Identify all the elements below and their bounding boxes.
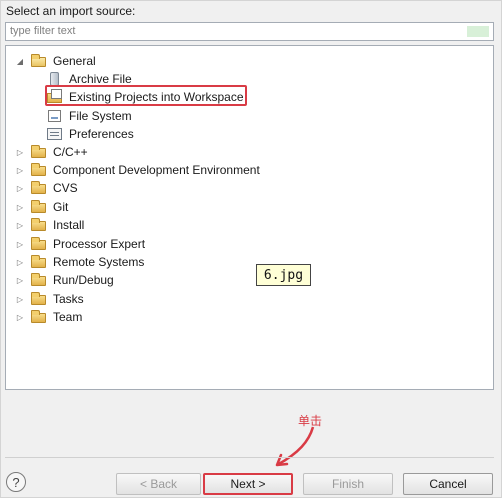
folder-icon	[31, 273, 47, 287]
back-button[interactable]: < Back	[116, 473, 201, 495]
collapsed-triangle-icon[interactable]: ▷	[15, 183, 25, 193]
tree-item-label: General	[53, 54, 96, 68]
tree-item-label: Install	[53, 218, 85, 232]
tree-item-label: Remote Systems	[53, 255, 145, 269]
collapsed-triangle-icon[interactable]: ▷	[15, 239, 25, 249]
help-icon: ?	[12, 474, 20, 490]
tree-item-c-cpp[interactable]: ▷ C/C++	[15, 143, 88, 161]
image-label-annotation: 6.jpg	[256, 264, 311, 286]
tree-item-label: Git	[53, 200, 69, 214]
tree-item-team[interactable]: ▷ Team	[15, 308, 82, 326]
dialog-heading: Select an import source:	[6, 4, 136, 18]
cancel-button-label: Cancel	[429, 477, 467, 491]
back-button-label: < Back	[139, 477, 178, 491]
folder-icon	[31, 218, 47, 232]
collapsed-triangle-icon[interactable]: ▷	[15, 147, 25, 157]
collapsed-triangle-icon[interactable]: ▷	[15, 220, 25, 230]
collapsed-triangle-icon[interactable]: ▷	[15, 257, 25, 267]
tree-item-label: Preferences	[69, 127, 134, 141]
import-dialog: Select an import source: type filter tex…	[0, 0, 502, 498]
tree-item-run-debug[interactable]: ▷ Run/Debug	[15, 271, 114, 289]
finish-button[interactable]: Finish	[303, 473, 393, 495]
folder-icon	[31, 255, 47, 269]
tree-item-label: C/C++	[53, 145, 88, 159]
tree-item-component-development-environment[interactable]: ▷ Component Development Environment	[15, 161, 260, 179]
folder-icon	[31, 237, 47, 251]
tree-item-label: File System	[69, 109, 132, 123]
tree-item-label: Archive File	[69, 72, 132, 86]
filter-placeholder: type filter text	[10, 25, 76, 37]
button-bar-separator	[5, 457, 494, 458]
tree-item-label: CVS	[53, 181, 78, 195]
tree-item-label: Run/Debug	[53, 273, 114, 287]
collapsed-triangle-icon[interactable]: ▷	[15, 165, 25, 175]
archive-file-icon	[47, 72, 63, 86]
tree-item-file-system[interactable]: File System	[47, 107, 132, 125]
tree-item-remote-systems[interactable]: ▷ Remote Systems	[15, 253, 144, 271]
collapsed-triangle-icon[interactable]: ▷	[15, 275, 25, 285]
tree-item-preferences[interactable]: Preferences	[47, 125, 134, 143]
filter-input[interactable]: type filter text	[5, 22, 494, 41]
preferences-icon	[47, 127, 63, 141]
finish-button-label: Finish	[331, 477, 364, 491]
next-button[interactable]: Next >	[203, 473, 293, 495]
tree-item-tasks[interactable]: ▷ Tasks	[15, 290, 84, 308]
tree-item-general[interactable]: ◢ General	[15, 52, 96, 70]
tree-item-label: Tasks	[53, 292, 84, 306]
filter-clear-indicator	[467, 26, 489, 37]
folder-icon	[31, 310, 47, 324]
collapsed-triangle-icon[interactable]: ▷	[15, 312, 25, 322]
expanded-triangle-icon[interactable]: ◢	[15, 56, 25, 66]
tree-item-label: Team	[53, 310, 83, 324]
selection-highlight-box	[45, 85, 247, 106]
cancel-button[interactable]: Cancel	[403, 473, 493, 495]
folder-icon	[31, 181, 47, 195]
folder-icon	[31, 292, 47, 306]
folder-icon	[31, 163, 47, 177]
folder-icon	[31, 145, 47, 159]
collapsed-triangle-icon[interactable]: ▷	[15, 202, 25, 212]
tree-item-cvs[interactable]: ▷ CVS	[15, 179, 78, 197]
tree-item-install[interactable]: ▷ Install	[15, 216, 84, 234]
folder-icon	[31, 200, 47, 214]
callout-arrow-icon	[275, 426, 315, 467]
help-button[interactable]: ?	[6, 472, 26, 492]
collapsed-triangle-icon[interactable]: ▷	[15, 294, 25, 304]
tree-item-label: Component Development Environment	[53, 163, 260, 177]
tree-item-label: Processor Expert	[53, 237, 146, 251]
folder-open-icon	[31, 54, 47, 68]
tree-item-git[interactable]: ▷ Git	[15, 198, 68, 216]
file-system-icon	[47, 109, 63, 123]
tree-item-processor-expert[interactable]: ▷ Processor Expert	[15, 235, 145, 253]
next-button-label: Next >	[230, 477, 266, 491]
